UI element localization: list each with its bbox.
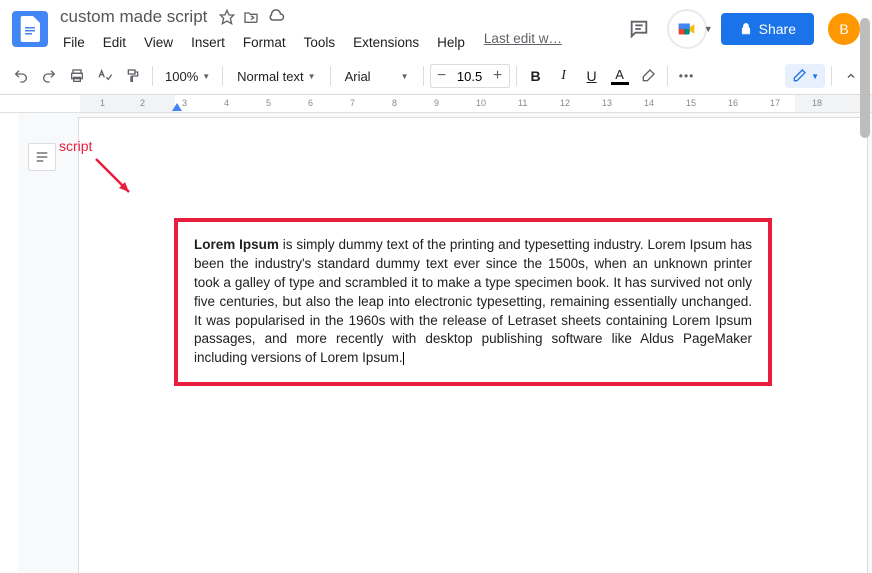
menu-insert[interactable]: Insert [184,31,232,54]
separator [152,66,153,86]
ruler-mark: 12 [560,98,570,108]
scrollbar-thumb[interactable] [860,18,870,138]
comment-history-icon[interactable] [625,15,653,43]
caret-down-icon: ▼ [401,72,409,81]
separator [423,66,424,86]
last-edit-link[interactable]: Last edit w… [484,31,562,54]
body-text: is simply dummy text of the printing and… [194,237,752,365]
ruler-mark: 1 [100,98,105,108]
menu-bar: File Edit View Insert Format Tools Exten… [56,31,625,54]
more-button[interactable]: ••• [674,63,700,89]
text-color-button[interactable]: A [607,65,633,87]
vertical-ruler[interactable] [0,113,18,573]
text-cursor [403,352,404,365]
separator [667,66,668,86]
ruler-mark: 10 [476,98,486,108]
print-button[interactable] [64,63,90,89]
font-size-group: − + [430,64,510,88]
menu-file[interactable]: File [56,31,92,54]
style-value: Normal text [237,69,303,84]
toolbar: 100% ▼ Normal text ▼ Arial ▼ − + B I U A… [0,58,872,95]
vertical-scrollbar[interactable] [858,0,870,573]
font-size-input[interactable] [453,65,487,87]
ruler-mark: 3 [182,98,187,108]
ruler-mark: 17 [770,98,780,108]
horizontal-ruler[interactable]: 1 2 3 4 5 6 7 8 9 10 11 12 13 14 15 16 1… [0,95,872,113]
menu-view[interactable]: View [137,31,180,54]
document-area: script Lorem Ipsum is simply dummy text … [0,113,872,573]
caret-down-icon: ▼ [811,72,819,81]
annotation-label: script [59,138,92,154]
ruler-mark: 11 [518,98,527,108]
docs-logo-icon[interactable] [12,11,48,47]
cloud-status-icon[interactable] [267,8,285,26]
document-page[interactable]: script Lorem Ipsum is simply dummy text … [78,117,868,573]
caret-down-icon: ▼ [202,72,210,81]
text-color-swatch [611,82,629,85]
share-label: Share [759,21,796,37]
ruler-mark: 2 [140,98,145,108]
separator [330,66,331,86]
outline-toggle-button[interactable] [28,143,56,171]
indent-marker-icon[interactable] [172,103,182,111]
menu-tools[interactable]: Tools [297,31,343,54]
bold-text: Lorem Ipsum [194,237,279,252]
caret-down-icon: ▼ [308,72,316,81]
underline-button[interactable]: U [579,63,605,89]
menu-help[interactable]: Help [430,31,472,54]
ruler-mark: 15 [686,98,696,108]
redo-button[interactable] [36,63,62,89]
meet-icon[interactable]: ▼ [667,9,707,49]
move-icon[interactable] [243,9,259,25]
header-right: ▼ Share B [625,9,860,49]
document-title[interactable]: custom made script [56,5,211,29]
document-paragraph[interactable]: Lorem Ipsum is simply dummy text of the … [194,236,752,368]
meet-caret-icon: ▼ [704,24,713,34]
ruler-mark: 7 [350,98,355,108]
font-size-minus-button[interactable]: − [431,65,453,87]
annotation-arrow-icon [91,154,141,204]
ruler-mark: 9 [434,98,439,108]
menu-format[interactable]: Format [236,31,293,54]
ruler-mark: 13 [602,98,612,108]
ruler-mark: 4 [224,98,229,108]
highlighted-region: Lorem Ipsum is simply dummy text of the … [174,218,772,386]
ruler-mark: 18 [812,98,822,108]
ruler-mark: 16 [728,98,738,108]
editing-mode-button[interactable]: ▼ [785,64,825,88]
font-dropdown[interactable]: Arial ▼ [337,65,417,88]
separator [516,66,517,86]
title-row: custom made script [56,5,625,29]
style-dropdown[interactable]: Normal text ▼ [229,65,323,88]
undo-button[interactable] [8,63,34,89]
spellcheck-button[interactable] [92,63,118,89]
font-value: Arial [345,69,371,84]
menu-extensions[interactable]: Extensions [346,31,426,54]
bold-button[interactable]: B [523,63,549,89]
text-color-a: A [615,67,624,82]
user-avatar[interactable]: B [828,13,860,45]
highlight-button[interactable] [635,63,661,89]
document-scroll[interactable]: script Lorem Ipsum is simply dummy text … [18,113,872,573]
ruler-mark: 5 [266,98,271,108]
header-bar: custom made script File Edit View Insert… [0,0,872,58]
zoom-dropdown[interactable]: 100% ▼ [159,65,216,88]
ruler-mark: 8 [392,98,397,108]
ruler-mark: 14 [644,98,654,108]
menu-edit[interactable]: Edit [96,31,133,54]
star-icon[interactable] [219,9,235,25]
ruler-mark: 6 [308,98,313,108]
zoom-value: 100% [165,69,198,84]
separator [222,66,223,86]
font-size-plus-button[interactable]: + [487,65,509,87]
separator [831,66,832,86]
title-area: custom made script File Edit View Insert… [56,5,625,54]
italic-button[interactable]: I [551,63,577,89]
share-button[interactable]: Share [721,13,814,45]
paint-format-button[interactable] [120,63,146,89]
